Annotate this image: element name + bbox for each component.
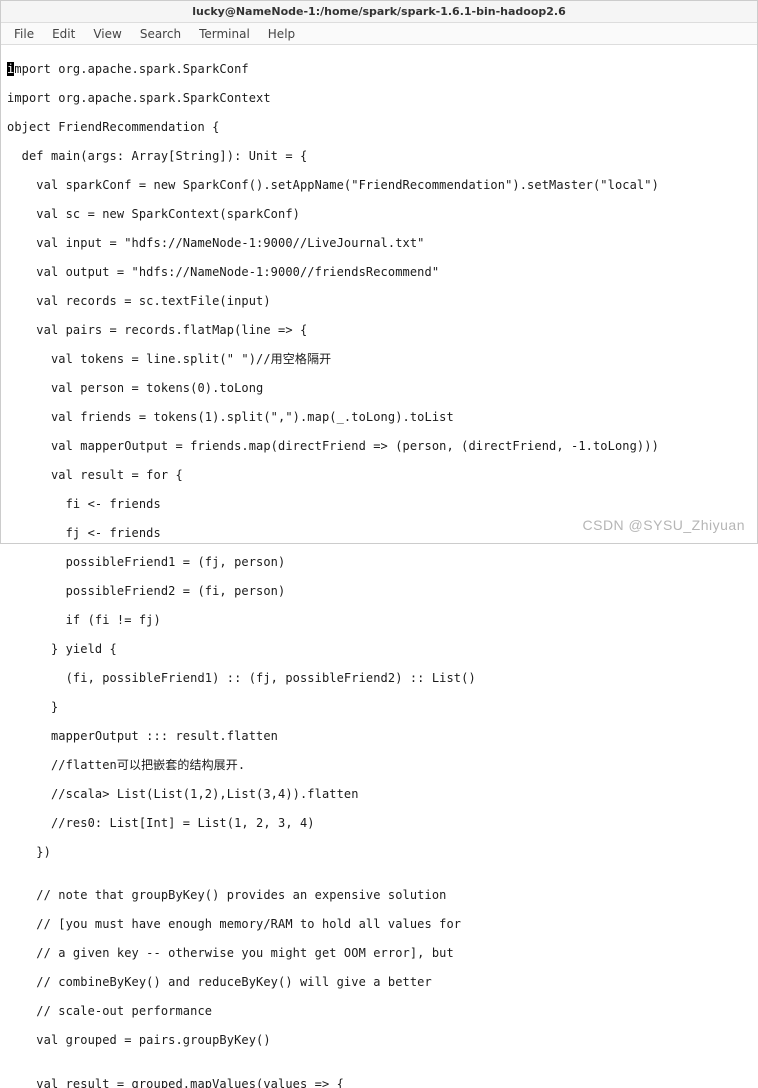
code-line: val pairs = records.flatMap(line => {: [7, 323, 751, 338]
watermark: CSDN @SYSU_Zhiyuan: [583, 517, 746, 533]
code-line: val mapperOutput = friends.map(directFri…: [7, 439, 751, 454]
code-line: // scale-out performance: [7, 1004, 751, 1019]
code-line: } yield {: [7, 642, 751, 657]
window-title: lucky@NameNode-1:/home/spark/spark-1.6.1…: [192, 5, 566, 18]
code-line: val sc = new SparkContext(sparkConf): [7, 207, 751, 222]
code-line: //res0: List[Int] = List(1, 2, 3, 4): [7, 816, 751, 831]
code-line: val records = sc.textFile(input): [7, 294, 751, 309]
menu-search[interactable]: Search: [131, 27, 190, 41]
menu-edit[interactable]: Edit: [43, 27, 84, 41]
code-line: val grouped = pairs.groupByKey(): [7, 1033, 751, 1048]
menu-terminal[interactable]: Terminal: [190, 27, 259, 41]
code-line: val sparkConf = new SparkConf().setAppNa…: [7, 178, 751, 193]
code-line: import org.apache.spark.SparkConf: [7, 62, 751, 77]
menu-view[interactable]: View: [84, 27, 130, 41]
code-line: val input = "hdfs://NameNode-1:9000//Liv…: [7, 236, 751, 251]
code-line: // combineByKey() and reduceByKey() will…: [7, 975, 751, 990]
code-line: import org.apache.spark.SparkContext: [7, 91, 751, 106]
code-line: val result = grouped.mapValues(values =>…: [7, 1077, 751, 1088]
code-line: def main(args: Array[String]): Unit = {: [7, 149, 751, 164]
code-line: // [you must have enough memory/RAM to h…: [7, 917, 751, 932]
code-line: possibleFriend1 = (fj, person): [7, 555, 751, 570]
code-line: mapperOutput ::: result.flatten: [7, 729, 751, 744]
window-titlebar: lucky@NameNode-1:/home/spark/spark-1.6.1…: [1, 1, 757, 23]
code-line: object FriendRecommendation {: [7, 120, 751, 135]
code-line: // note that groupByKey() provides an ex…: [7, 888, 751, 903]
code-line: fi <- friends: [7, 497, 751, 512]
code-line: val friends = tokens(1).split(",").map(_…: [7, 410, 751, 425]
terminal-area[interactable]: import org.apache.spark.SparkConf import…: [1, 45, 757, 1088]
code-line: val person = tokens(0).toLong: [7, 381, 751, 396]
code-line: if (fi != fj): [7, 613, 751, 628]
code-line: }): [7, 845, 751, 860]
menubar: File Edit View Search Terminal Help: [1, 23, 757, 45]
code-line: //flatten可以把嵌套的结构展开.: [7, 758, 751, 773]
menu-help[interactable]: Help: [259, 27, 304, 41]
code-line: possibleFriend2 = (fi, person): [7, 584, 751, 599]
code-line: (fi, possibleFriend1) :: (fj, possibleFr…: [7, 671, 751, 686]
menu-file[interactable]: File: [5, 27, 43, 41]
code-line: }: [7, 700, 751, 715]
code-line: // a given key -- otherwise you might ge…: [7, 946, 751, 961]
code-line: //scala> List(List(1,2),List(3,4)).flatt…: [7, 787, 751, 802]
code-line: val tokens = line.split(" ")//用空格隔开: [7, 352, 751, 367]
code-line: val result = for {: [7, 468, 751, 483]
code-line: val output = "hdfs://NameNode-1:9000//fr…: [7, 265, 751, 280]
